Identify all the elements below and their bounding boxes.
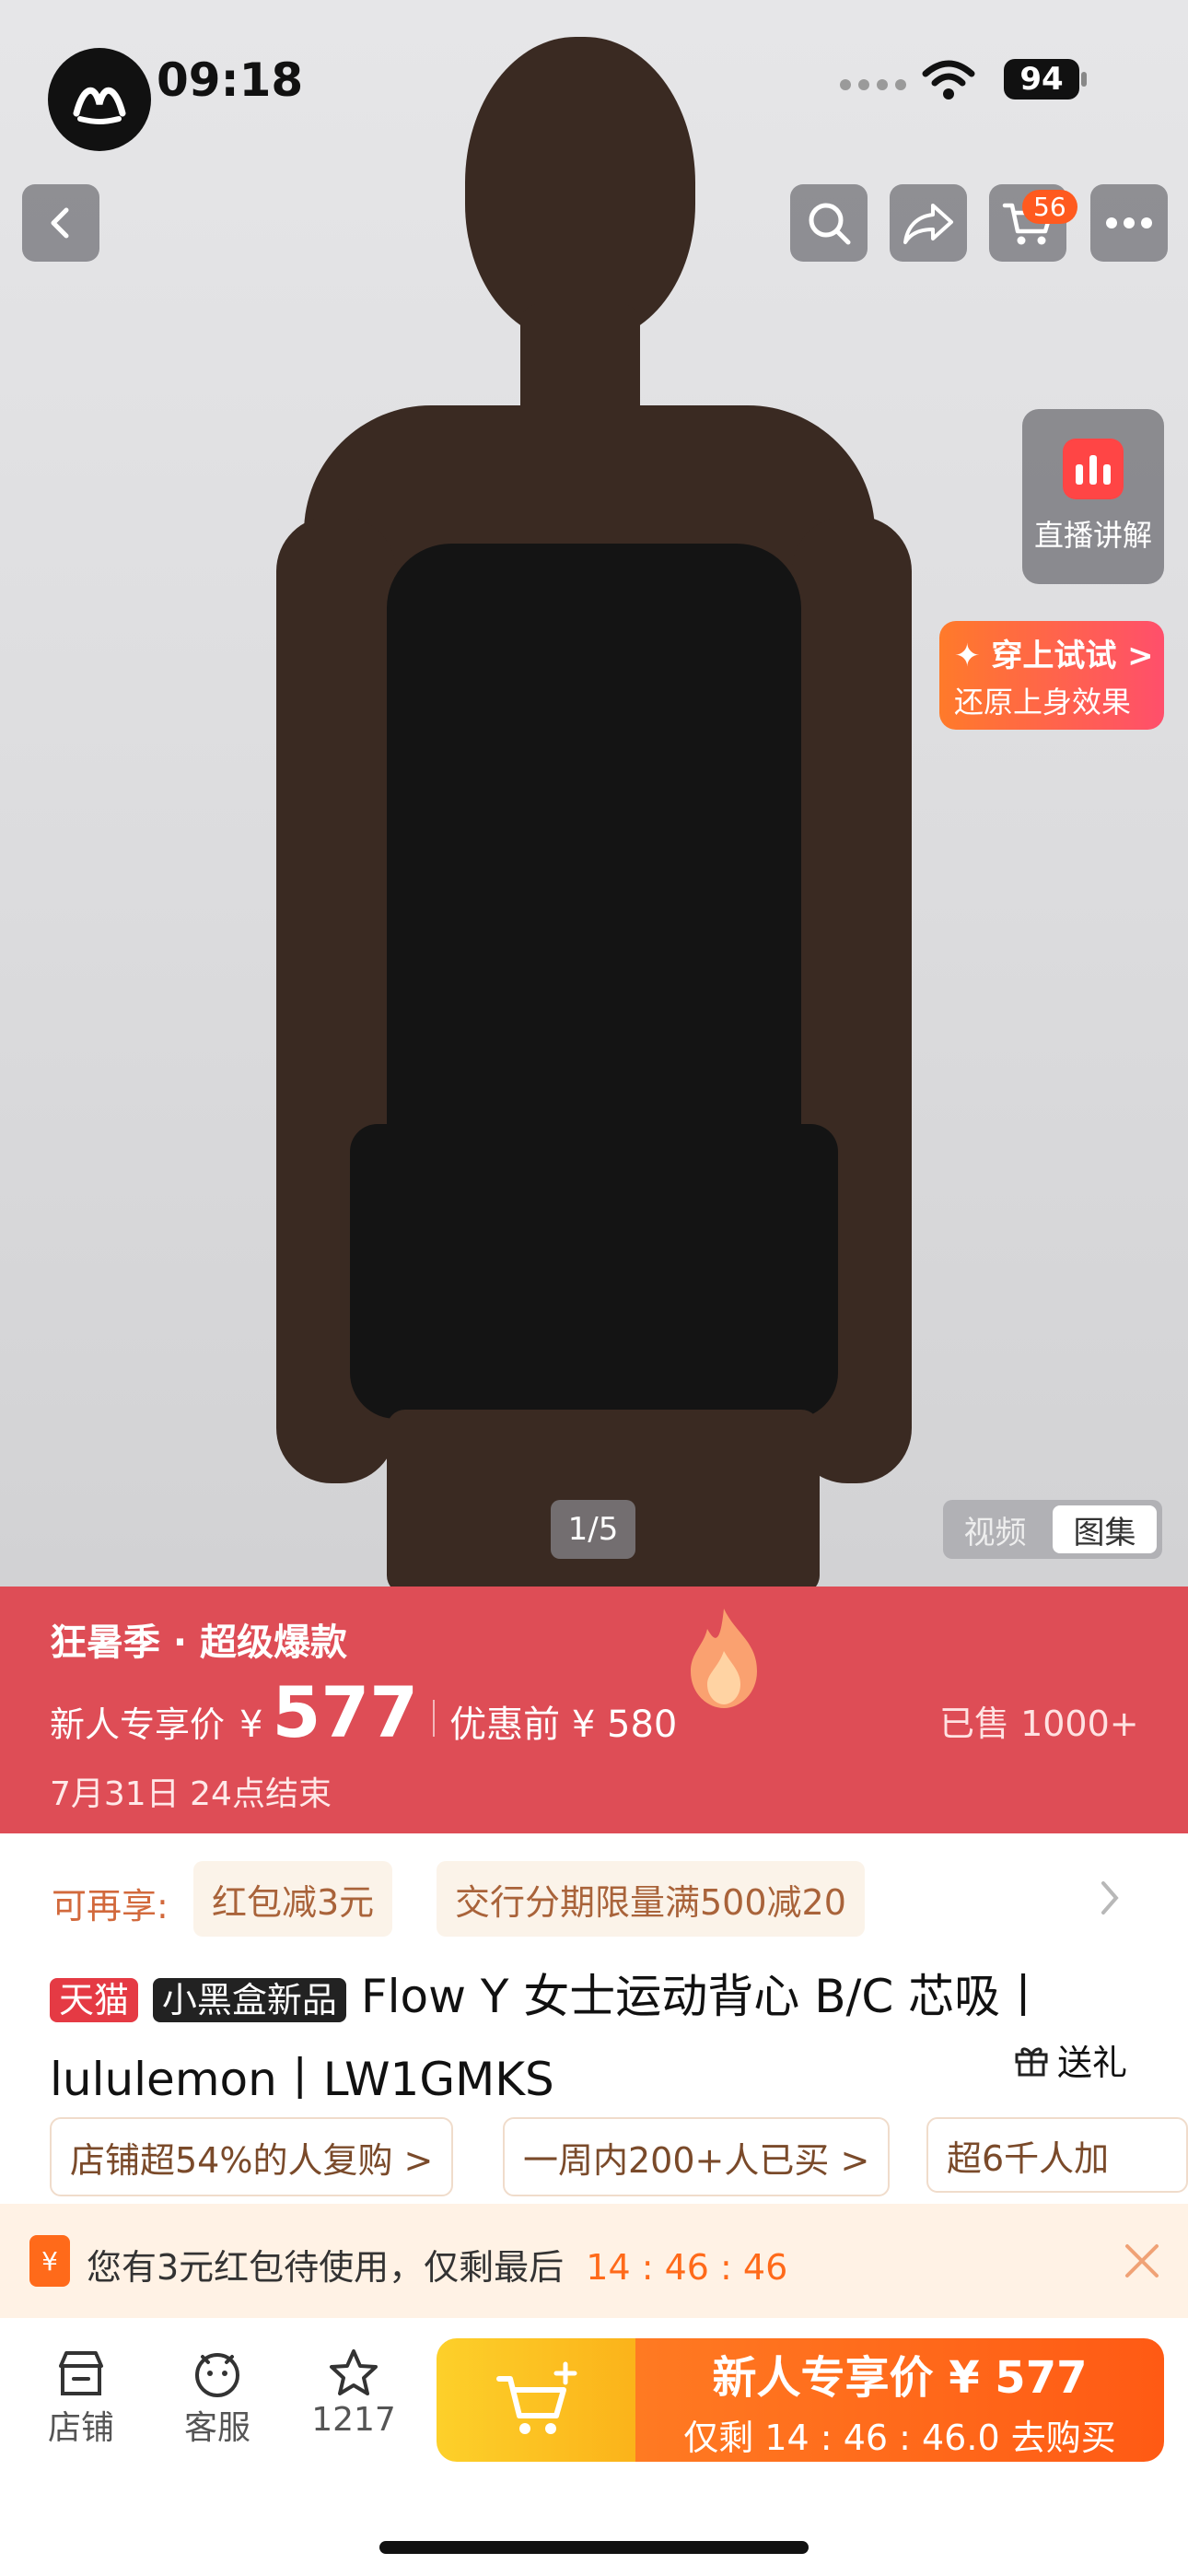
tab-store-label: 店铺 [47,2409,114,2447]
price-label: 新人专享价 [50,1704,226,1745]
cart-count-badge: 56 [1022,190,1077,224]
coupon-countdown: 14 : 46 : 46 [586,2247,788,2288]
star-icon [330,2349,378,2395]
highlight-chip-repurchase[interactable]: 店铺超54%的人复购 > [50,2117,454,2196]
buy-button[interactable]: 新人专享价 ¥ 577 仅剩 14 : 46 : 46.0 去购买 [437,2338,1164,2462]
gift-label: 送礼 [1057,2043,1128,2083]
currency-symbol: ¥ [239,1704,263,1746]
coupon-text: 您有3元红包待使用，仅剩最后 [87,2247,565,2288]
highlight-chip-users[interactable]: 超6千人加 [926,2117,1188,2193]
gift-icon [1015,2047,1048,2076]
tab-service[interactable]: 客服 [162,2346,273,2449]
promo-title: 狂暑季 · 超级爆款 [50,1622,348,1664]
product-title: 天猫 小黑盒新品 Flow Y 女士运动背心 B/C 芯吸丨 lululemon… [50,1957,1127,2119]
live-explain-label: 直播讲解 [1033,518,1152,553]
original-price: 优惠前 ¥ 580 [449,1704,678,1746]
chevron-left-icon [51,207,69,239]
tmall-tag: 天猫 [50,1977,139,2022]
tab-service-label: 客服 [183,2409,250,2447]
wifi-icon [922,60,975,100]
coupon-icon: ¥ [29,2235,70,2287]
tab-video[interactable]: 视频 [943,1500,1047,1559]
signal-icon [840,79,906,90]
image-counter: 1/5 [551,1500,635,1559]
model-tank-top [387,544,801,1152]
lululemon-logo [48,48,151,151]
store-icon [59,2351,103,2395]
chevron-right-icon[interactable] [1098,1879,1122,1916]
purchase-button[interactable]: 新人专享价 ¥ 577 仅剩 14 : 46 : 46.0 去购买 [635,2338,1164,2462]
fire-icon [691,1609,757,1708]
more-icon [1106,217,1152,228]
model-head [465,37,695,341]
try-on-subtitle: 还原上身效果 [954,684,1132,720]
tab-favorite[interactable]: 1217 [298,2346,409,2439]
favorite-count: 1217 [311,2401,396,2439]
offer-chip-installment[interactable]: 交行分期限量满500减20 [437,1861,865,1937]
live-icon [1063,439,1124,499]
highlight-chip-weekly[interactable]: 一周内200+人已买 > [503,2117,891,2196]
more-button[interactable] [1090,184,1168,262]
add-cart-icon [496,2361,577,2434]
tab-store[interactable]: 店铺 [26,2346,136,2449]
price-row: 新人专享价 ¥ 577 优惠前 ¥ 580 [50,1671,677,1753]
search-icon [809,203,851,245]
battery-cap [1081,72,1087,87]
share-button[interactable] [890,184,967,262]
tab-gallery[interactable]: 图集 [1053,1505,1157,1553]
black-box-tag: 小黑盒新品 [152,1977,346,2022]
customer-service-icon [195,2353,239,2397]
model-shorts [350,1124,838,1419]
back-button[interactable] [22,184,99,262]
try-on-button[interactable]: ✦ 穿上试试 > 还原上身效果 [939,621,1164,730]
gift-button[interactable]: 送礼 [1013,2034,1127,2085]
price-value: 577 [272,1671,419,1753]
sold-count: 已售 1000+ [939,1704,1139,1744]
offers-label: 可再享: [52,1886,169,1926]
price-divider [433,1700,436,1737]
promo-banner: 狂暑季 · 超级爆款 新人专享价 ¥ 577 优惠前 ¥ 580 已售 1000… [0,1587,1188,1833]
offer-chip-redpacket[interactable]: 红包减3元 [193,1861,393,1937]
product-title-line2: lululemon丨LW1GMKS [50,2052,554,2106]
home-indicator [379,2541,809,2554]
model-legs [387,1410,820,1587]
try-on-title: ✦ 穿上试试 > [954,637,1154,674]
status-time: 09:18 [157,53,304,107]
share-icon [903,204,953,244]
media-toggle[interactable]: 视频 图集 [943,1500,1162,1559]
coupon-bar[interactable]: ¥ 您有3元红包待使用，仅剩最后 14 : 46 : 46 [0,2204,1188,2318]
close-icon[interactable] [1122,2241,1162,2281]
purchase-title: 新人专享价 ¥ 577 [712,2351,1088,2404]
search-button[interactable] [790,184,868,262]
purchase-subtitle: 仅剩 14 : 46 : 46.0 去购买 [683,2417,1116,2458]
promo-end-time: 7月31日 24点结束 [50,1775,332,1813]
lululemon-logo-icon [73,87,126,124]
product-title-line1: Flow Y 女士运动背心 B/C 芯吸丨 [360,1970,1047,2023]
live-explain-button[interactable]: 直播讲解 [1022,409,1164,584]
battery-indicator: 94 [1004,59,1079,100]
coupon-text-row: 您有3元红包待使用，仅剩最后 14 : 46 : 46 [87,2239,787,2289]
add-to-cart-button[interactable] [437,2338,635,2462]
